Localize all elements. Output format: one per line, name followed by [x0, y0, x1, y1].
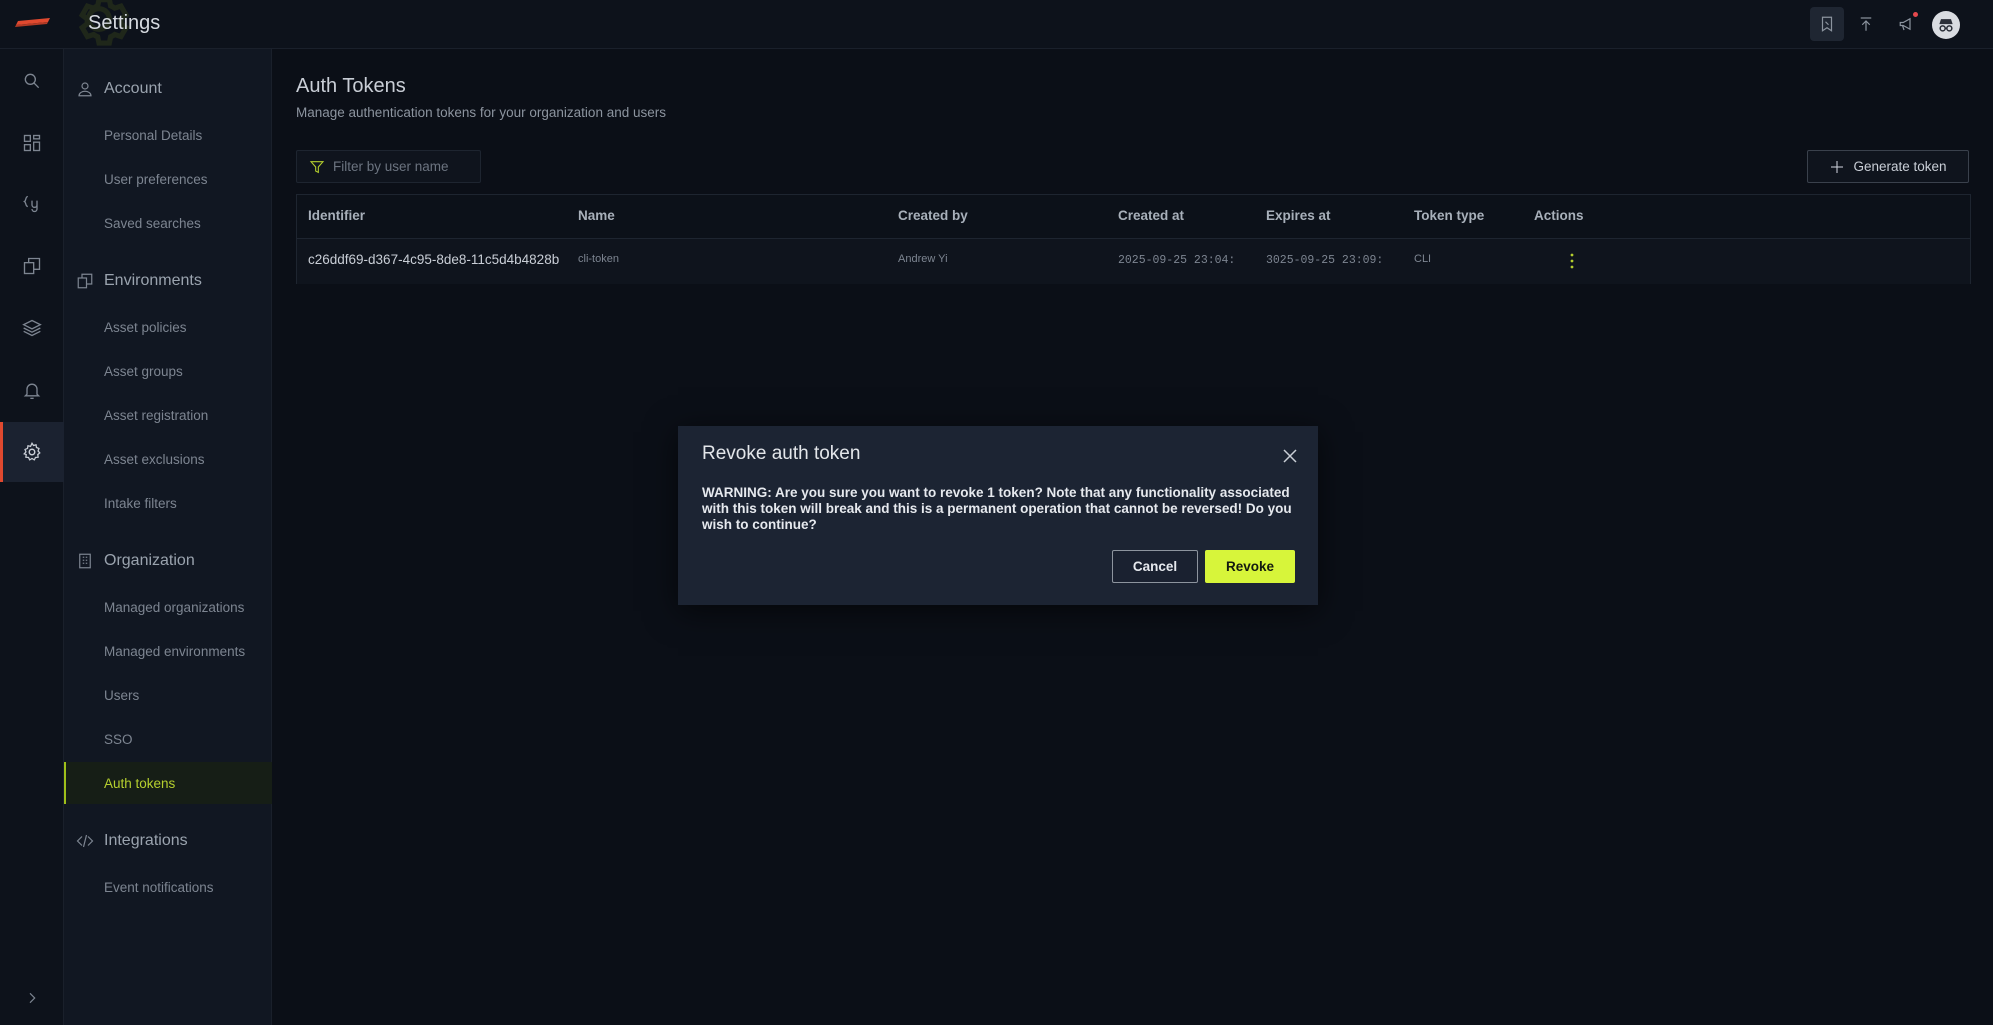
user-icon: [78, 82, 92, 97]
column-header-created-at[interactable]: Created at: [1118, 208, 1184, 223]
column-header-expires-at[interactable]: Expires at: [1266, 208, 1331, 223]
close-button[interactable]: [1280, 446, 1300, 466]
dialog-title: Revoke auth token: [702, 443, 861, 464]
announcements-button[interactable]: [1890, 7, 1924, 41]
logo-icon[interactable]: [14, 18, 50, 28]
sidebar-item-managed-environments[interactable]: Managed environments: [64, 630, 272, 672]
bell-icon: [23, 383, 41, 399]
megaphone-icon: [1899, 17, 1911, 31]
dashboard-icon: [23, 134, 41, 152]
notification-dot: [1913, 12, 1918, 17]
table-header: Identifier Name Created by Created at Ex…: [297, 195, 1970, 239]
section-environments: Environments: [64, 266, 272, 296]
section-organization: Organization: [64, 546, 272, 576]
sidebar-item-intake-filters[interactable]: Intake filters: [64, 482, 272, 524]
cell-created-by: Andrew Yi: [898, 253, 948, 265]
rail-dashboard[interactable]: [0, 113, 64, 173]
cell-expires-at: 3025-09-25 23:09:: [1266, 254, 1384, 267]
filter-user-input[interactable]: [331, 151, 476, 182]
settings-sidebar: Account Personal Details User preference…: [64, 49, 272, 1025]
section-integrations: Integrations: [64, 826, 272, 856]
filter-box: [296, 150, 481, 183]
section-label: Organization: [104, 552, 195, 569]
section-label: Integrations: [104, 832, 188, 849]
generate-token-button[interactable]: Generate token: [1807, 150, 1969, 183]
column-header-created-by[interactable]: Created by: [898, 208, 968, 223]
rail-alerts[interactable]: [0, 360, 64, 420]
row-actions-button[interactable]: [1561, 247, 1583, 275]
icon-rail: [0, 49, 64, 1025]
column-header-token-type[interactable]: Token type: [1414, 208, 1484, 223]
sidebar-item-saved-searches[interactable]: Saved searches: [64, 202, 272, 244]
page-title: Auth Tokens: [296, 75, 406, 97]
column-header-name[interactable]: Name: [578, 208, 615, 223]
user-avatar[interactable]: [1932, 11, 1960, 39]
query-icon: [23, 195, 38, 213]
cell-identifier: c26ddf69-d367-4c95-8de8-11c5d4b4828b: [308, 252, 560, 267]
search-icon: [24, 73, 40, 89]
page-subtitle: Manage authentication tokens for your or…: [296, 105, 666, 120]
section-label: Account: [104, 80, 162, 97]
revoke-token-dialog: Revoke auth token WARNING: Are you sure …: [678, 426, 1318, 605]
code-icon: [76, 834, 94, 848]
sidebar-item-user-preferences[interactable]: User preferences: [64, 158, 272, 200]
plus-icon: [1831, 160, 1844, 173]
section-label: Environments: [104, 272, 202, 289]
top-bar: Settings: [0, 0, 1993, 49]
rail-settings[interactable]: [0, 422, 64, 482]
app-title: Settings: [88, 12, 161, 34]
bookmark-button[interactable]: [1810, 7, 1844, 41]
kebab-menu-icon: [1570, 253, 1574, 269]
chevron-right-icon: [29, 992, 36, 1004]
environment-icon: [77, 273, 93, 289]
filter-icon: [309, 161, 325, 174]
sidebar-item-event-notifications[interactable]: Event notifications: [64, 866, 272, 908]
building-icon: [79, 553, 91, 569]
bookmark-icon: [1821, 16, 1833, 32]
gear-icon: [23, 441, 41, 461]
reports-icon: [23, 257, 41, 275]
expand-rail-button[interactable]: [0, 983, 64, 1013]
incognito-avatar-icon: [1939, 19, 1953, 32]
dialog-message: WARNING: Are you sure you want to revoke…: [702, 485, 1292, 532]
rail-query[interactable]: [0, 174, 64, 234]
sidebar-item-asset-policies[interactable]: Asset policies: [64, 306, 272, 348]
column-header-actions: Actions: [1534, 208, 1584, 223]
cell-name: cli-token: [578, 253, 619, 265]
column-header-identifier[interactable]: Identifier: [308, 208, 365, 223]
cancel-button[interactable]: Cancel: [1112, 550, 1198, 583]
rail-layers[interactable]: [0, 298, 64, 358]
sidebar-item-asset-groups[interactable]: Asset groups: [64, 350, 272, 392]
sidebar-item-personal-details[interactable]: Personal Details: [64, 114, 272, 156]
sidebar-item-asset-registration[interactable]: Asset registration: [64, 394, 272, 436]
cell-created-at: 2025-09-25 23:04:: [1118, 254, 1236, 267]
cell-token-type: CLI: [1414, 253, 1432, 265]
rail-reports[interactable]: [0, 236, 64, 296]
revoke-button[interactable]: Revoke: [1205, 550, 1295, 583]
layers-icon: [22, 319, 42, 337]
tokens-table: Identifier Name Created by Created at Ex…: [296, 194, 1971, 284]
sidebar-item-users[interactable]: Users: [64, 674, 272, 716]
sidebar-item-asset-exclusions[interactable]: Asset exclusions: [64, 438, 272, 480]
table-row[interactable]: c26ddf69-d367-4c95-8de8-11c5d4b4828b cli…: [297, 239, 1970, 284]
generate-token-label: Generate token: [1853, 159, 1947, 174]
sidebar-item-managed-organizations[interactable]: Managed organizations: [64, 586, 272, 628]
upload-icon: [1860, 17, 1872, 31]
sidebar-item-auth-tokens[interactable]: Auth tokens: [64, 762, 272, 804]
rail-search[interactable]: [0, 51, 64, 111]
sidebar-item-sso[interactable]: SSO: [64, 718, 272, 760]
section-account: Account: [64, 74, 272, 104]
upload-button[interactable]: [1849, 7, 1883, 41]
close-icon: [1283, 449, 1297, 463]
